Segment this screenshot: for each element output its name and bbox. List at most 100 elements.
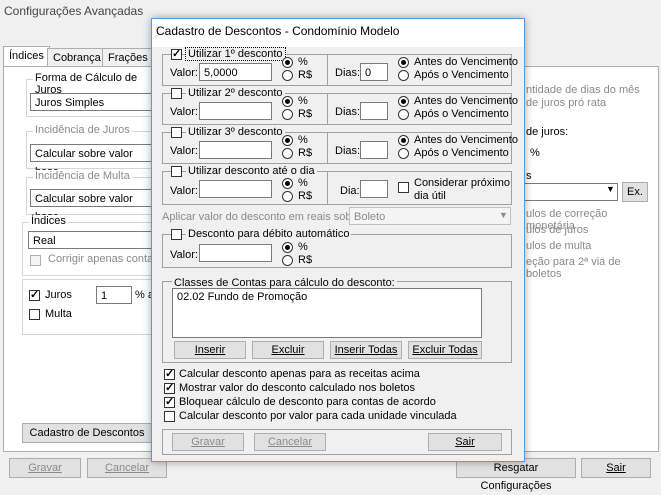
desconto-3-antes-label: Antes do Vencimento xyxy=(414,134,518,146)
desconto-1-pct-label: % xyxy=(298,56,308,68)
inserir-button[interactable]: Inserir xyxy=(174,341,246,359)
dialog-gravar-button[interactable]: Gravar xyxy=(172,433,244,451)
incidencia-multa-select[interactable]: Calcular sobre valor base xyxy=(30,189,152,223)
desconto-1-rs-label: R$ xyxy=(298,69,313,81)
corrigir-checkbox[interactable] xyxy=(30,255,41,266)
inserir-todas-label: Inserir Todas xyxy=(334,344,398,356)
option-apenas-receitas-checkbox[interactable] xyxy=(164,367,175,380)
tab-indices[interactable]: Índices xyxy=(3,46,50,67)
option-mostrar-valor-checkbox[interactable] xyxy=(164,381,175,394)
ate-dia-valor-input[interactable] xyxy=(199,180,272,198)
desconto-3-apos-label: Após o Vencimento xyxy=(414,147,509,159)
dialog-sair-label: Sair xyxy=(455,436,475,448)
desconto-1-dias-input[interactable]: 0 xyxy=(360,63,388,81)
ex-button[interactable]: Ex. xyxy=(622,182,648,202)
inserir-todas-button[interactable]: Inserir Todas xyxy=(330,341,402,359)
forma-calculo-select[interactable]: Juros Simples xyxy=(30,93,152,111)
dialog-sair-button[interactable]: Sair xyxy=(428,433,502,451)
option-apenas-receitas-label: Calcular desconto apenas para as receita… xyxy=(179,368,420,380)
desconto-1-antes-radio[interactable] xyxy=(398,57,409,68)
desconto-1-pct-radio[interactable] xyxy=(282,57,293,68)
ate-dia-label[interactable]: Utilizar desconto até o dia xyxy=(186,165,317,177)
aplicar-select[interactable]: Boleto xyxy=(349,207,511,225)
desconto-1-label[interactable]: Utilizar 1º desconto xyxy=(185,47,286,61)
desconto-3-apos-radio[interactable] xyxy=(398,148,409,159)
juros-checkbox[interactable] xyxy=(29,288,40,301)
option-por-unidade-label: Calcular desconto por valor para cada un… xyxy=(179,410,457,422)
bg-gravar-button[interactable]: Gravar xyxy=(9,458,81,478)
incidencia-juros-select[interactable]: Calcular sobre valor base xyxy=(30,144,152,178)
desconto-2-label[interactable]: Utilizar 2º desconto xyxy=(186,87,285,99)
desconto-2-rs-radio[interactable] xyxy=(282,109,293,120)
desconto-3-label[interactable]: Utilizar 3º desconto xyxy=(186,126,285,138)
bg-sair-label: Sair xyxy=(606,462,626,474)
desconto-3-antes-radio[interactable] xyxy=(398,135,409,146)
desconto-2-apos-radio[interactable] xyxy=(398,109,409,120)
desconto-1-checkbox[interactable] xyxy=(171,47,182,60)
dialog-cancelar-label: Cancelar xyxy=(267,436,313,448)
desconto-2-checkbox[interactable] xyxy=(171,88,182,99)
desconto-2-dias-input[interactable] xyxy=(360,102,388,120)
debito-checkbox[interactable] xyxy=(171,229,182,240)
aplicar-label: Aplicar valor do desconto em reais sobre… xyxy=(162,211,365,223)
right-option-3: ulos de multa xyxy=(526,240,592,252)
ate-dia-pct-label: % xyxy=(298,177,308,189)
ate-dia-pct-radio[interactable] xyxy=(282,178,293,189)
desconto-1-valor-input[interactable]: 5,0000 xyxy=(199,63,272,81)
desconto-2-dias-label: Dias: xyxy=(335,106,361,118)
considerar-checkbox[interactable] xyxy=(398,182,409,193)
desconto-3-dias-input[interactable] xyxy=(360,141,388,159)
desconto-3-rs-radio[interactable] xyxy=(282,148,293,159)
tab-cobranca[interactable]: Cobrança xyxy=(47,48,107,67)
desconto-1-valor-label: Valor: xyxy=(170,67,198,79)
bg-sair-button[interactable]: Sair xyxy=(581,458,651,478)
classes-list[interactable]: 02.02 Fundo de Promoção xyxy=(172,288,482,338)
option-mostrar-valor-label: Mostrar valor do desconto calculado nos … xyxy=(179,382,416,394)
cadastro-descontos-button[interactable]: Cadastro de Descontos xyxy=(22,423,152,443)
separator xyxy=(327,55,328,85)
cadastro-descontos-dialog: Cadastro de Descontos - Condomínio Model… xyxy=(151,18,525,462)
debito-valor-label: Valor: xyxy=(170,249,198,261)
desconto-1-apos-radio[interactable] xyxy=(398,70,409,81)
excluir-button[interactable]: Excluir xyxy=(252,341,324,359)
window-title: Configurações Avançadas xyxy=(4,4,144,18)
desconto-3-valor-input[interactable] xyxy=(199,141,272,159)
ate-dia-checkbox[interactable] xyxy=(171,166,182,177)
option-por-unidade-checkbox[interactable] xyxy=(164,411,175,422)
desconto-2-apos-label: Após o Vencimento xyxy=(414,108,509,120)
debito-rs-radio[interactable] xyxy=(282,255,293,266)
chevron-down-icon[interactable]: ▼ xyxy=(606,184,615,194)
desconto-2-antes-radio[interactable] xyxy=(398,96,409,107)
right-option-4: eção para 2ª via de boletos xyxy=(526,256,621,280)
multa-label: Multa xyxy=(45,308,72,320)
dialog-gravar-label: Gravar xyxy=(191,436,225,448)
option-bloquear-checkbox[interactable] xyxy=(164,395,175,408)
bg-cancelar-label: Cancelar xyxy=(104,462,150,474)
debito-valor-input[interactable] xyxy=(199,244,272,262)
desconto-2-valor-input[interactable] xyxy=(199,102,272,120)
considerar-label-1: Considerar próximo xyxy=(414,177,510,189)
aplicar-chevron-down-icon[interactable]: ▼ xyxy=(499,210,508,220)
ate-dia-rs-radio[interactable] xyxy=(282,191,293,202)
desconto-3-checkbox[interactable] xyxy=(171,127,182,138)
desconto-1-rs-radio[interactable] xyxy=(282,70,293,81)
right-text-1: ntidade de dias do mês xyxy=(526,84,640,96)
debito-rs-label: R$ xyxy=(298,254,313,266)
desconto-1-dias-label: Dias: xyxy=(335,67,361,79)
tab-fracoes[interactable]: Frações xyxy=(102,48,154,67)
desconto-2-antes-label: Antes do Vencimento xyxy=(414,95,518,107)
considerar-label-2: dia útil xyxy=(414,190,446,202)
debito-pct-radio[interactable] xyxy=(282,242,293,253)
juros-label: Juros xyxy=(45,289,72,301)
indices-select[interactable]: Real xyxy=(28,231,152,249)
debito-label[interactable]: Desconto para débito automático xyxy=(186,228,352,240)
desconto-3-pct-radio[interactable] xyxy=(282,135,293,146)
ate-dia-dia-input[interactable] xyxy=(360,180,388,198)
desconto-2-pct-radio[interactable] xyxy=(282,96,293,107)
excluir-todas-button[interactable]: Excluir Todas xyxy=(408,341,482,359)
list-item[interactable]: 02.02 Fundo de Promoção xyxy=(177,291,307,303)
desconto-1-antes-label: Antes do Vencimento xyxy=(414,56,518,68)
dialog-cancelar-button[interactable]: Cancelar xyxy=(254,433,326,451)
multa-checkbox[interactable] xyxy=(29,309,40,320)
juros-input[interactable]: 1 xyxy=(96,286,132,304)
